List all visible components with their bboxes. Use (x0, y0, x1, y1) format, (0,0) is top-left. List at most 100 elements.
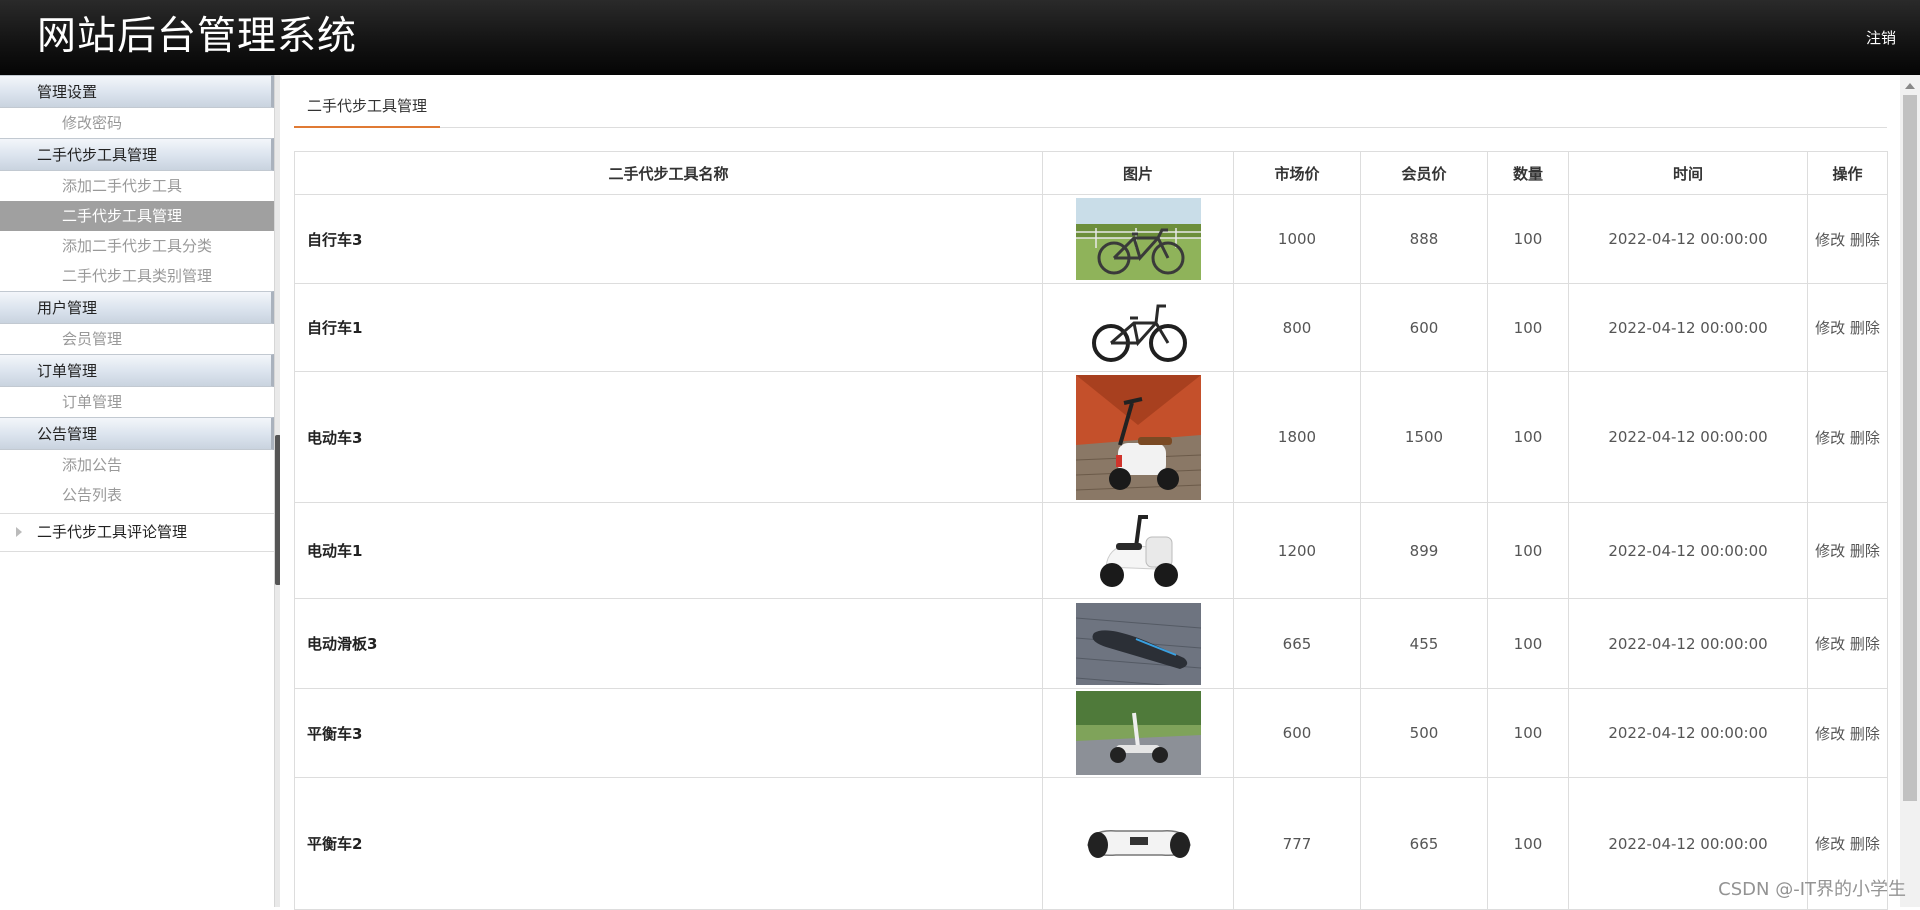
top-header: 网站后台管理系统 注销 (0, 0, 1920, 75)
cell-name: 电动滑板3 (294, 598, 1043, 689)
edit-link[interactable]: 修改 (1815, 429, 1845, 447)
table-row: 自行车1 800 600 100 2022-04-12 00:00:00 修改 … (294, 283, 1888, 372)
cell-time: 2022-04-12 00:00:00 (1568, 371, 1808, 503)
cell-market-price: 800 (1233, 283, 1361, 372)
tab-bar: 二手代步工具管理 (294, 89, 1887, 128)
delete-link[interactable]: 删除 (1850, 542, 1880, 560)
table-row: 电动车1 1200 899 100 2022-04-12 00:00:00 修改… (294, 502, 1888, 599)
cell-name: 电动车1 (294, 502, 1043, 599)
cell-image (1042, 688, 1234, 778)
cell-market-price: 777 (1233, 777, 1361, 910)
cell-market-price: 1800 (1233, 371, 1361, 503)
delete-link[interactable]: 删除 (1850, 231, 1880, 249)
cell-actions: 修改 删除 (1807, 194, 1888, 284)
scroll-up-icon[interactable] (1905, 83, 1915, 89)
table-row: 平衡车2 777 665 100 2022-04-12 00:00:00 修改 … (294, 777, 1888, 910)
col-header-quantity: 数量 (1487, 151, 1569, 195)
cell-market-price: 1000 (1233, 194, 1361, 284)
edit-link[interactable]: 修改 (1815, 319, 1845, 337)
cell-image (1042, 777, 1234, 910)
sidebar-item-add-notice[interactable]: 添加公告 (0, 450, 274, 480)
cell-image (1042, 598, 1234, 689)
col-header-image: 图片 (1042, 151, 1234, 195)
col-header-actions: 操作 (1807, 151, 1888, 195)
cell-time: 2022-04-12 00:00:00 (1568, 688, 1808, 778)
sidebar-tree-comments[interactable]: 二手代步工具评论管理 (0, 513, 274, 552)
cell-actions: 修改 删除 (1807, 371, 1888, 503)
sidebar-group-orders[interactable]: 订单管理 (0, 354, 274, 387)
sidebar-item-tool-manage[interactable]: 二手代步工具管理 (0, 201, 274, 231)
cell-member-price: 899 (1360, 502, 1488, 599)
cell-actions: 修改 删除 (1807, 598, 1888, 689)
sidebar-group-users[interactable]: 用户管理 (0, 291, 274, 324)
cell-actions: 修改 删除 (1807, 283, 1888, 372)
cell-member-price: 500 (1360, 688, 1488, 778)
table-row: 平衡车3 600 500 100 2022-04-12 00:00:00 修改 … (294, 688, 1888, 778)
expand-arrow-icon[interactable] (16, 527, 22, 537)
sidebar-group-notices[interactable]: 公告管理 (0, 417, 274, 450)
delete-link[interactable]: 删除 (1850, 635, 1880, 653)
scrollbar-thumb[interactable] (1903, 95, 1917, 801)
cell-member-price: 455 (1360, 598, 1488, 689)
delete-link[interactable]: 删除 (1850, 835, 1880, 853)
cell-member-price: 1500 (1360, 371, 1488, 503)
sidebar-item-change-password[interactable]: 修改密码 (0, 108, 274, 138)
sidebar-item-notice-list[interactable]: 公告列表 (0, 480, 274, 510)
cell-name: 电动车3 (294, 371, 1043, 503)
table-row: 电动车3 1800 1500 100 2022-04-12 00:00:00 修… (294, 371, 1888, 503)
cell-member-price: 600 (1360, 283, 1488, 372)
sidebar-group-tools[interactable]: 二手代步工具管理 (0, 138, 274, 171)
cell-market-price: 665 (1233, 598, 1361, 689)
cell-name: 自行车3 (294, 194, 1043, 284)
site-title: 网站后台管理系统 (37, 14, 358, 59)
cell-quantity: 100 (1487, 688, 1569, 778)
col-header-time: 时间 (1568, 151, 1808, 195)
edit-link[interactable]: 修改 (1815, 635, 1845, 653)
cell-actions: 修改 删除 (1807, 688, 1888, 778)
cell-actions: 修改 删除 (1807, 502, 1888, 599)
cell-time: 2022-04-12 00:00:00 (1568, 598, 1808, 689)
cell-time: 2022-04-12 00:00:00 (1568, 194, 1808, 284)
delete-link[interactable]: 删除 (1850, 429, 1880, 447)
cell-quantity: 100 (1487, 283, 1569, 372)
cell-market-price: 1200 (1233, 502, 1361, 599)
delete-link[interactable]: 删除 (1850, 725, 1880, 743)
edit-link[interactable]: 修改 (1815, 835, 1845, 853)
cell-image (1042, 283, 1234, 372)
vertical-scrollbar[interactable] (1900, 75, 1920, 907)
balance-scooter-photo[interactable] (1075, 691, 1201, 775)
bicycle-photo[interactable] (1075, 198, 1201, 280)
col-header-market-price: 市场价 (1233, 151, 1361, 195)
electric-scooter-photo[interactable] (1075, 374, 1201, 500)
sidebar-item-add-tool[interactable]: 添加二手代步工具 (0, 171, 274, 201)
col-header-name: 二手代步工具名称 (294, 151, 1043, 195)
table-row: 电动滑板3 665 455 100 2022-04-12 00:00:00 修改 (294, 598, 1888, 689)
electric-scooter-photo[interactable] (1075, 506, 1201, 595)
cell-name: 平衡车3 (294, 688, 1043, 778)
hoverboard-photo[interactable] (1075, 788, 1201, 899)
sidebar-item-orders[interactable]: 订单管理 (0, 387, 274, 417)
cell-quantity: 100 (1487, 502, 1569, 599)
sidebar-item-members[interactable]: 会员管理 (0, 324, 274, 354)
logout-link[interactable]: 注销 (1866, 27, 1896, 48)
cell-member-price: 888 (1360, 194, 1488, 284)
edit-link[interactable]: 修改 (1815, 725, 1845, 743)
edit-link[interactable]: 修改 (1815, 231, 1845, 249)
tab-tool-manage[interactable]: 二手代步工具管理 (294, 89, 441, 128)
main-content: 二手代步工具管理 二手代步工具名称 图片 市场价 会员价 数量 时间 操作 自行… (280, 75, 1900, 910)
bicycle-photo[interactable] (1075, 287, 1201, 368)
sidebar-group-settings[interactable]: 管理设置 (0, 75, 274, 108)
sidebar-item-category-manage[interactable]: 二手代步工具类别管理 (0, 261, 274, 291)
edit-link[interactable]: 修改 (1815, 542, 1845, 560)
cell-quantity: 100 (1487, 598, 1569, 689)
cell-quantity: 100 (1487, 371, 1569, 503)
cell-quantity: 100 (1487, 194, 1569, 284)
cell-market-price: 600 (1233, 688, 1361, 778)
sidebar-item-add-category[interactable]: 添加二手代步工具分类 (0, 231, 274, 261)
cell-image (1042, 371, 1234, 503)
delete-link[interactable]: 删除 (1850, 319, 1880, 337)
table-header-row: 二手代步工具名称 图片 市场价 会员价 数量 时间 操作 (294, 151, 1888, 195)
cell-name: 平衡车2 (294, 777, 1043, 910)
electric-skateboard-photo[interactable] (1075, 602, 1201, 685)
col-header-member-price: 会员价 (1360, 151, 1488, 195)
